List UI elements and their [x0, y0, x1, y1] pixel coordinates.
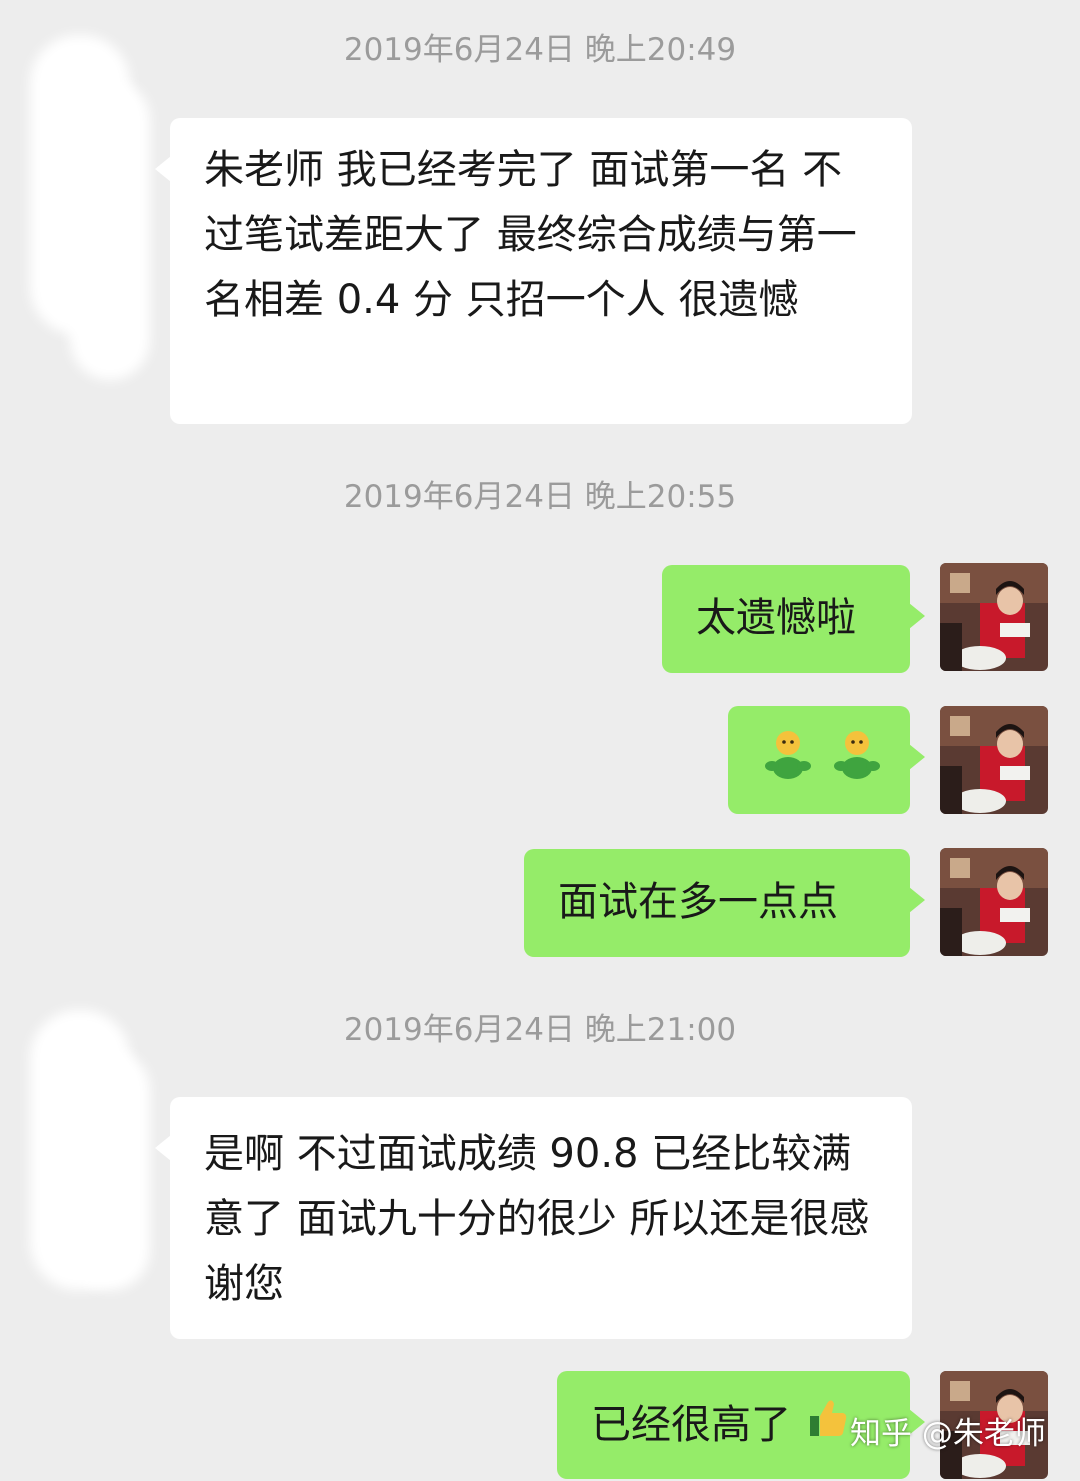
message-bubble-incoming[interactable]: 朱老师 我已经考完了 面试第一名 不过笔试差距大了 最终综合成绩与第一名相差 0…	[155, 118, 912, 424]
message-text: 面试在多一点点	[558, 879, 838, 925]
timestamp: 2019年6月24日 晚上20:55	[343, 479, 737, 515]
message-bubble-incoming[interactable]: 是啊 不过面试成绩 90.8 已经比较满意了 面试九十分的很少 所以还是很感谢您	[155, 1097, 912, 1339]
person-emoji-icon	[764, 730, 812, 800]
message-text: 已经很高了	[591, 1402, 791, 1448]
thumbs-up-icon	[808, 1395, 848, 1460]
message-bubble-outgoing[interactable]: 太遗憾啦	[662, 565, 925, 673]
redacted-avatar	[70, 1050, 150, 1290]
person-emoji-icon	[833, 730, 881, 800]
message-text: 太遗憾啦	[696, 595, 856, 641]
timestamp: 2019年6月24日 晚上21:00	[343, 1012, 737, 1048]
watermark: 知乎 @朱老师	[850, 1416, 1046, 1452]
message-text: 是啊 不过面试成绩 90.8 已经比较满意了 面试九十分的很少 所以还是很感谢您	[204, 1131, 870, 1307]
chat-window: 2019年6月24日 晚上20:49 朱老师 我已经考完了 面试第一名 不过笔试…	[0, 0, 1080, 1481]
redacted-avatar	[70, 80, 150, 380]
avatar[interactable]	[940, 706, 1048, 814]
message-bubble-outgoing[interactable]: 面试在多一点点	[524, 849, 925, 957]
avatar[interactable]	[940, 848, 1048, 956]
timestamp: 2019年6月24日 晚上20:49	[343, 32, 737, 68]
message-bubble-outgoing[interactable]	[728, 706, 925, 814]
message-text: 朱老师 我已经考完了 面试第一名 不过笔试差距大了 最终综合成绩与第一名相差 0…	[204, 147, 857, 323]
avatar[interactable]	[940, 563, 1048, 671]
